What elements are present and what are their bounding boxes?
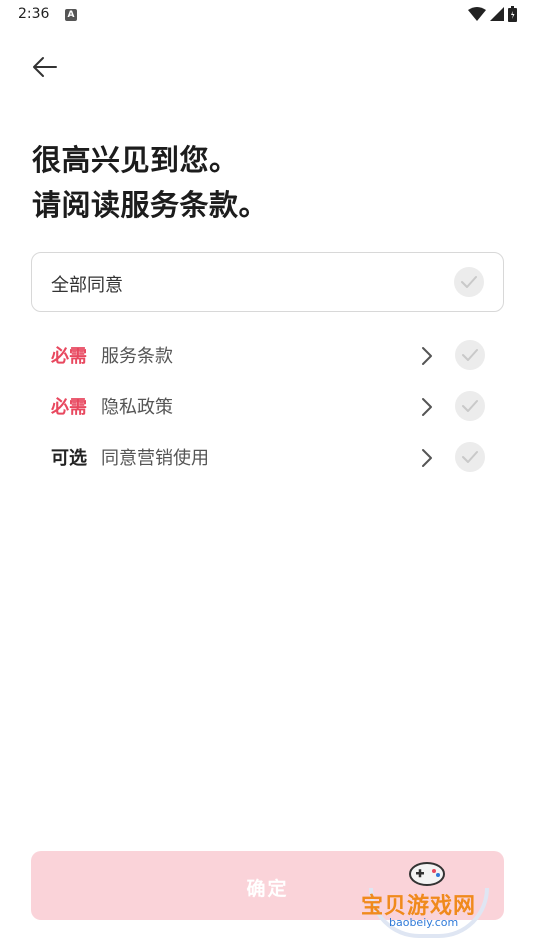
- check-icon: [462, 349, 478, 361]
- agree-all-label: 全部同意: [51, 275, 123, 296]
- status-time: 2:36: [18, 6, 50, 22]
- check-icon: [462, 400, 478, 412]
- check-icon: [461, 276, 477, 288]
- check-icon: [462, 451, 478, 463]
- arrow-left-icon: [33, 57, 57, 77]
- battery-icon: [508, 6, 517, 22]
- status-bar: 2:36 A: [0, 0, 535, 32]
- chevron-right-icon[interactable]: [421, 346, 433, 366]
- term-checkbox[interactable]: [455, 340, 485, 370]
- confirm-button[interactable]: 确定: [31, 851, 504, 920]
- agree-all-row[interactable]: 全部同意: [31, 252, 504, 312]
- signal-icon: [490, 7, 504, 21]
- notification-icon: A: [65, 9, 77, 21]
- term-text: 隐私政策: [101, 397, 173, 418]
- back-button[interactable]: [30, 52, 60, 82]
- term-text: 服务条款: [101, 346, 173, 367]
- term-text: 同意营销使用: [101, 448, 209, 469]
- wifi-icon: [468, 7, 486, 21]
- term-row-marketing[interactable]: 可选 同意营销使用: [31, 434, 504, 480]
- page-title: 很高兴见到您。 请阅读服务条款。: [32, 138, 268, 228]
- status-icons: [468, 6, 517, 22]
- confirm-label: 确定: [246, 878, 289, 900]
- title-line-1: 很高兴见到您。: [32, 143, 239, 177]
- term-tag: 必需: [51, 397, 87, 418]
- term-checkbox[interactable]: [455, 391, 485, 421]
- chevron-right-icon[interactable]: [421, 397, 433, 417]
- term-checkbox[interactable]: [455, 442, 485, 472]
- chevron-right-icon[interactable]: [421, 448, 433, 468]
- term-tag: 必需: [51, 346, 87, 367]
- term-row-service[interactable]: 必需 服务条款: [31, 332, 504, 378]
- agree-all-checkbox[interactable]: [454, 267, 484, 297]
- title-line-2: 请阅读服务条款。: [32, 188, 269, 222]
- term-row-privacy[interactable]: 必需 隐私政策: [31, 383, 504, 429]
- term-tag: 可选: [51, 448, 87, 469]
